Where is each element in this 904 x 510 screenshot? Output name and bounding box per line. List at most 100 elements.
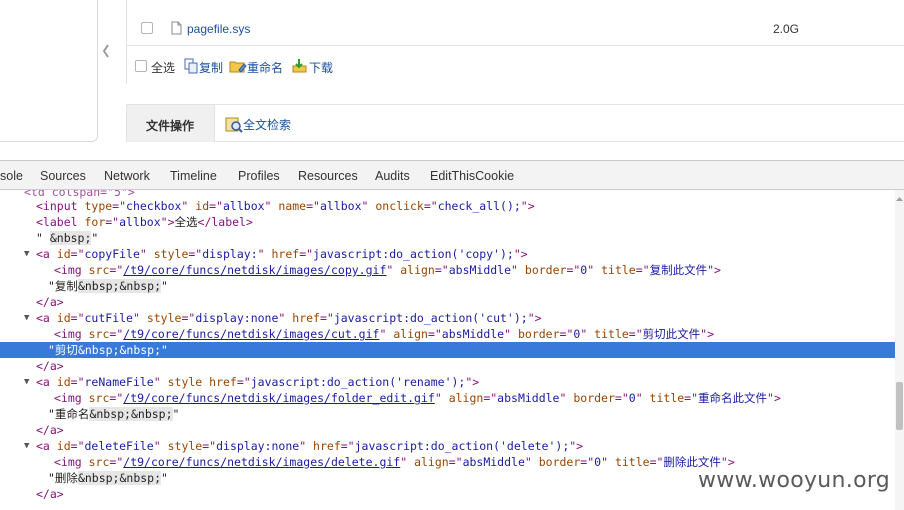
attr-name: name [278,199,307,213]
attr-name: onclick [375,199,424,213]
scrollbar-thumb[interactable] [896,382,903,430]
file-operations-tab[interactable]: 文件操作 [127,105,215,142]
attr-value: 剪切此文件 [642,327,701,341]
html-tag: "> [569,439,584,453]
html-tag: =" [202,439,217,453]
attr-value: javascript:do_action('cut'); [333,311,528,325]
select-all-label[interactable]: 全选 [151,59,175,76]
expand-triangle-icon[interactable]: ▼ [24,310,34,326]
attr-name: id [56,247,71,261]
rename-link[interactable]: 重命名 [247,59,283,76]
attr-name: border [573,391,615,405]
attr-value: javascript:do_action('copy'); [313,247,514,261]
attr-name: href [292,311,320,325]
dom-node-code: <img src="/t9/core/funcs/netdisk/images/… [54,454,735,470]
resource-link[interactable]: /t9/core/funcs/netdisk/images/cut.gif [123,327,379,341]
dom-node-code: <img src="/t9/core/funcs/netdisk/images/… [54,390,781,406]
expand-triangle-icon[interactable]: ▼ [24,374,34,390]
file-row-checkbox[interactable] [141,22,153,34]
download-link[interactable]: 下载 [309,59,333,76]
download-icon[interactable] [291,58,307,74]
nbsp-entity: &nbsp;&nbsp; [77,343,162,357]
html-tag: =" [109,327,124,341]
copy-link[interactable]: 复制 [199,59,223,76]
expand-triangle-icon[interactable]: ▼ [24,246,34,262]
text-node: " [91,231,99,245]
dom-tree-scrollbar[interactable] [895,190,904,510]
tab-sources[interactable]: Sources [40,169,86,183]
dom-node[interactable]: " &nbsp;" [0,230,895,246]
html-tag: " [264,199,279,213]
html-tag: =" [109,391,124,405]
attr-name: border [538,455,581,469]
watermark-text: www.wooyun.org [698,468,891,493]
dom-node[interactable]: ▼ <a id="cutFile" style="display:none" hr… [0,310,895,326]
attr-value: absMiddle [497,391,560,405]
attr-name: href [209,375,237,389]
resource-link[interactable]: /t9/core/funcs/netdisk/images/folder_edi… [123,391,435,405]
attr-value: 复制此文件 [649,263,708,277]
tab-resources[interactable]: Resources [298,169,358,183]
tab-profiles[interactable]: Profiles [238,169,280,183]
dom-node[interactable]: <label for="allbox">全选</label> [0,214,895,230]
attr-value: javascript:do_action('delete'); [354,439,570,453]
dom-node-selected[interactable]: "剪切&nbsp;&nbsp;" [0,342,895,358]
dom-node[interactable]: <img src="/t9/core/funcs/netdisk/images/… [0,390,895,406]
dom-node[interactable]: ▼ <a id="reNameFile" style href="javascri… [0,374,895,390]
select-all-checkbox[interactable] [135,60,147,72]
text-node: 全选 [174,215,198,229]
html-tag: " [257,247,272,261]
file-operations-tab-label: 文件操作 [146,119,195,133]
dom-node-code: <a id="reNameFile" style href="javascrip… [36,374,479,390]
dom-node[interactable]: </a> [0,294,895,310]
dom-node-code: <a id="copyFile" style="display:" href="… [36,246,528,262]
html-tag: =" [188,247,203,261]
html-tag: =" [628,327,643,341]
tab-timeline[interactable]: Timeline [170,169,217,183]
left-panel-box [0,0,98,142]
attr-value: check_all(); [437,199,521,213]
expand-triangle-icon[interactable]: ▼ [24,438,34,454]
html-tag: " [153,375,168,389]
html-tag: =" [448,455,463,469]
html-tag: =" [635,263,650,277]
nbsp-entity: &nbsp;&nbsp; [77,279,162,293]
scroll-up-arrow-icon[interactable] [895,192,904,201]
resource-link[interactable]: /t9/core/funcs/netdisk/images/delete.gif [123,455,400,469]
html-tag: =" [427,327,442,341]
html-tag: =" [105,215,120,229]
tab-console[interactable]: sole [0,169,23,183]
html-tag: <a [36,311,57,325]
search-icon[interactable] [225,115,243,133]
full-text-search-link[interactable]: 全文检索 [243,116,291,133]
file-size: 2.0G [773,22,800,36]
dom-node[interactable]: "重命名&nbsp;&nbsp;" [0,406,895,422]
dom-node[interactable]: "复制&nbsp;&nbsp;" [0,278,895,294]
resource-link[interactable]: /t9/core/funcs/netdisk/images/copy.gif [123,263,386,277]
dom-node[interactable]: ▼ <a id="copyFile" style="display:" href=… [0,246,895,262]
dom-node-code: <a id="deleteFile" style="display:none" … [36,438,583,454]
html-tag: <a [36,439,57,453]
rename-folder-icon[interactable] [229,58,247,74]
dom-node[interactable]: <input type="checkbox" id="allbox" name=… [0,198,895,214]
file-icon [171,21,182,35]
dom-node[interactable]: <img src="/t9/core/funcs/netdisk/images/… [0,262,895,278]
file-row[interactable]: pagefile.sys 2.0G [127,0,904,46]
copy-icon[interactable] [183,58,199,74]
html-tag: <img [54,455,89,469]
tab-editthiscookie[interactable]: EditThisCookie [430,169,514,183]
dom-node[interactable]: ▼ <a id="deleteFile" style="display:none"… [0,438,895,454]
attr-name: src [88,391,110,405]
file-name-link[interactable]: pagefile.sys [187,22,250,36]
tab-network[interactable]: Network [104,169,150,183]
elements-dom-tree: <td colspan="5"> <input type="checkbox" … [0,190,895,510]
attr-name: id [195,199,210,213]
dom-node[interactable]: </a> [0,358,895,374]
nbsp-entity: &nbsp; [49,231,92,245]
collapse-left-arrow-icon[interactable] [102,44,110,58]
attr-value: display:none [195,311,279,325]
tab-audits[interactable]: Audits [375,169,410,183]
dom-node[interactable]: <img src="/t9/core/funcs/netdisk/images/… [0,326,895,342]
attr-value: 重命名此文件 [698,391,768,405]
dom-node[interactable]: </a> [0,422,895,438]
